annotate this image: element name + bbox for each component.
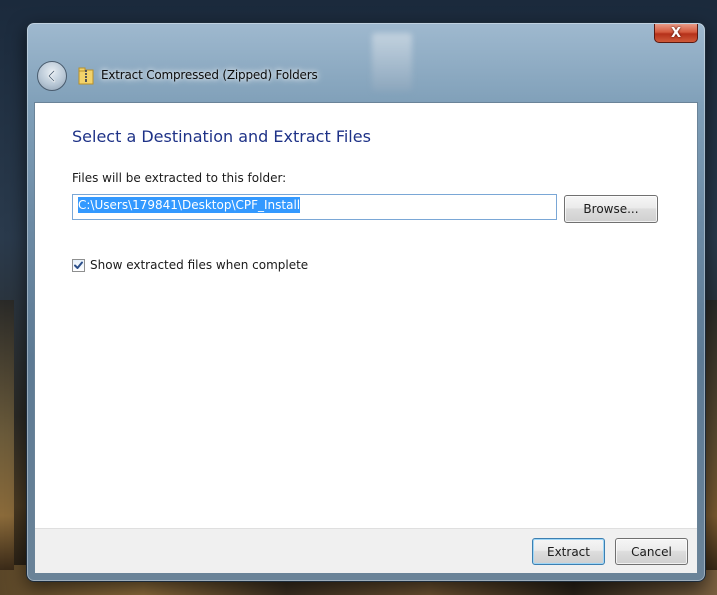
show-files-option[interactable]: Show extracted files when complete bbox=[72, 258, 308, 272]
cancel-button[interactable]: Cancel bbox=[615, 538, 688, 565]
window-title: Extract Compressed (Zipped) Folders bbox=[101, 68, 318, 82]
cancel-button-label: Cancel bbox=[631, 544, 672, 559]
extract-dialog-window: X Extract Compressed (Zipped) Folders Se… bbox=[26, 22, 706, 582]
back-button[interactable] bbox=[37, 61, 67, 91]
desktop-edge-left bbox=[0, 300, 14, 570]
destination-path-input[interactable]: C:\Users\179841\Desktop\CPF_Install bbox=[72, 194, 557, 220]
dialog-footer: Extract Cancel bbox=[35, 528, 697, 573]
close-button[interactable]: X bbox=[654, 24, 698, 43]
zip-folder-icon bbox=[78, 67, 94, 85]
show-files-checkbox[interactable] bbox=[72, 258, 85, 272]
checkmark-icon bbox=[74, 261, 83, 269]
extract-button-label: Extract bbox=[547, 544, 590, 559]
browse-button[interactable]: Browse... bbox=[564, 195, 658, 223]
show-files-label: Show extracted files when complete bbox=[90, 258, 309, 272]
back-arrow-icon bbox=[47, 69, 56, 83]
extract-button[interactable]: Extract bbox=[532, 538, 605, 565]
browse-button-label: Browse... bbox=[583, 202, 639, 216]
window-titlebar[interactable]: X Extract Compressed (Zipped) Folders bbox=[27, 23, 705, 101]
glass-reflection bbox=[372, 33, 412, 91]
page-heading: Select a Destination and Extract Files bbox=[72, 127, 371, 146]
destination-path-text: C:\Users\179841\Desktop\CPF_Install bbox=[78, 197, 301, 213]
dialog-content: Select a Destination and Extract Files F… bbox=[34, 102, 698, 574]
destination-label: Files will be extracted to this folder: bbox=[72, 171, 287, 185]
close-icon: X bbox=[670, 25, 682, 41]
